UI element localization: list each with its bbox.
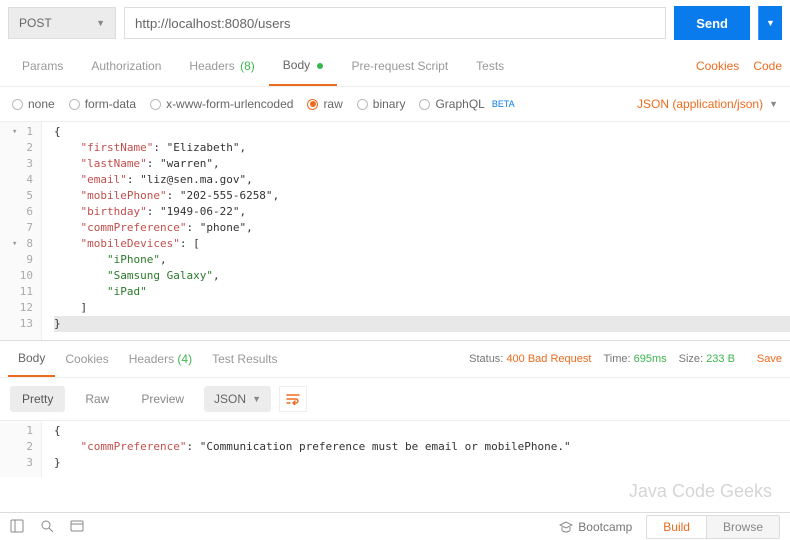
chevron-down-icon: ▼ (96, 18, 105, 28)
tab-tests[interactable]: Tests (462, 47, 518, 85)
size-value: 233 B (706, 353, 735, 365)
sidebar-toggle-icon[interactable] (10, 519, 26, 535)
bootcamp-link[interactable]: Bootcamp (559, 520, 632, 534)
view-pretty[interactable]: Pretty (10, 386, 65, 412)
body-type-urlencoded[interactable]: x-www-form-urlencoded (150, 97, 293, 111)
body-type-raw[interactable]: raw (307, 97, 342, 111)
code-content: { "firstName": "Elizabeth", "lastName": … (42, 122, 790, 340)
browse-mode-button[interactable]: Browse (707, 516, 779, 538)
http-method-value: POST (19, 16, 52, 30)
response-tab-body[interactable]: Body (8, 341, 55, 377)
graduation-cap-icon (559, 521, 573, 533)
content-type-select[interactable]: JSON (application/json) ▼ (637, 97, 778, 111)
send-button[interactable]: Send (674, 6, 750, 40)
watermark: Java Code Geeks (629, 481, 772, 502)
send-dropdown-button[interactable]: ▼ (758, 6, 782, 40)
modified-dot-icon (317, 63, 323, 69)
tab-authorization[interactable]: Authorization (77, 47, 175, 85)
chevron-down-icon: ▼ (252, 394, 261, 404)
mode-toggle: Build Browse (646, 515, 780, 539)
view-raw[interactable]: Raw (73, 386, 121, 412)
chevron-down-icon: ▼ (766, 18, 775, 28)
response-tab-test-results[interactable]: Test Results (202, 342, 287, 376)
cookies-link[interactable]: Cookies (696, 59, 739, 73)
response-tab-cookies[interactable]: Cookies (55, 342, 118, 376)
chevron-down-icon: ▼ (769, 99, 778, 109)
http-method-select[interactable]: POST ▼ (8, 7, 116, 39)
time-value: 695ms (634, 353, 667, 365)
radio-icon (69, 99, 80, 110)
line-gutter: 12345678910111213 (0, 122, 42, 340)
wrap-lines-button[interactable] (279, 386, 307, 412)
status-value: 400 Bad Request (506, 353, 591, 365)
console-icon[interactable] (70, 519, 86, 535)
radio-icon (419, 99, 430, 110)
response-tab-headers[interactable]: Headers (4) (119, 342, 202, 376)
response-format-select[interactable]: JSON ▼ (204, 386, 271, 412)
tab-params[interactable]: Params (8, 47, 77, 85)
radio-icon (12, 99, 23, 110)
body-type-form-data[interactable]: form-data (69, 97, 136, 111)
response-body-viewer[interactable]: 123 { "commPreference": "Communication p… (0, 421, 790, 477)
body-type-none[interactable]: none (12, 97, 55, 111)
build-mode-button[interactable]: Build (647, 516, 707, 538)
save-response-link[interactable]: Save (757, 353, 782, 365)
body-type-graphql[interactable]: GraphQLBETA (419, 97, 514, 111)
radio-icon (150, 99, 161, 110)
tab-prerequest[interactable]: Pre-request Script (337, 47, 462, 85)
url-input[interactable] (124, 7, 666, 39)
view-preview[interactable]: Preview (129, 386, 196, 412)
request-body-editor[interactable]: 12345678910111213 { "firstName": "Elizab… (0, 122, 790, 340)
body-type-binary[interactable]: binary (357, 97, 406, 111)
code-link[interactable]: Code (753, 59, 782, 73)
find-icon[interactable] (40, 519, 56, 535)
tab-body[interactable]: Body (269, 46, 338, 86)
code-content: { "commPreference": "Communication prefe… (42, 421, 790, 477)
tab-headers[interactable]: Headers (8) (175, 47, 268, 85)
line-gutter: 123 (0, 421, 42, 477)
radio-selected-icon (307, 99, 318, 110)
radio-icon (357, 99, 368, 110)
